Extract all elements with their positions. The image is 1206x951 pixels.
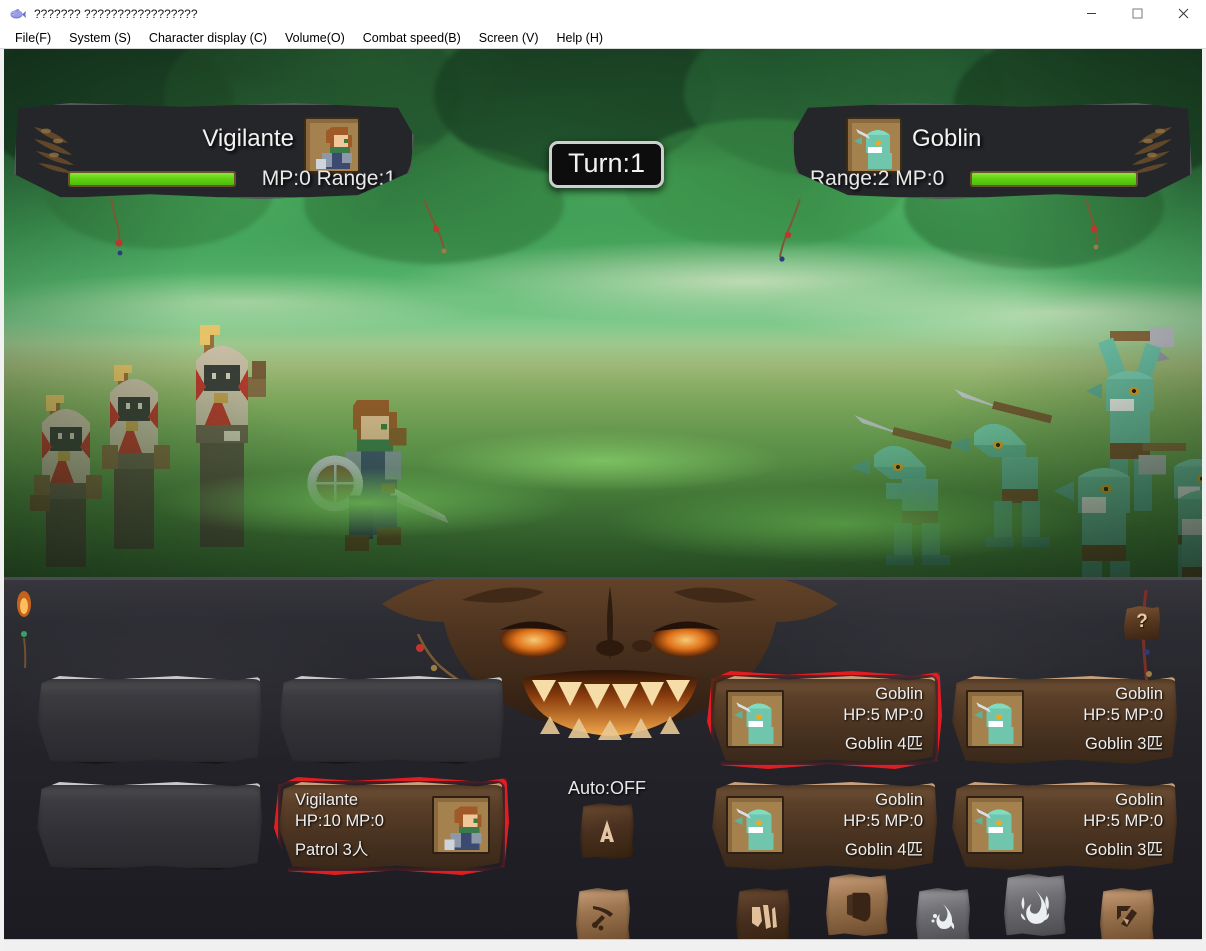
enemy-slot-4[interactable]: Goblin HP:5 MP:0 Goblin 3匹 (952, 782, 1177, 870)
menu-character-display[interactable]: Character display (C) (140, 29, 276, 47)
maximize-button[interactable] (1114, 0, 1160, 27)
hud-right-name: Goblin (912, 125, 982, 152)
skill-arrow-icon[interactable] (1100, 888, 1154, 939)
menu-combat-speed[interactable]: Combat speed(B) (354, 29, 470, 47)
ally-slot-2[interactable] (279, 676, 504, 764)
auto-toggle-label: Auto:OFF (567, 778, 647, 798)
hud-right-hp-fill (972, 173, 1136, 185)
hud-left-hp-fill (70, 173, 234, 185)
hud-banner-left: Vigilante MP:0 Range:1 (14, 103, 414, 199)
vigilante-portrait (304, 117, 360, 173)
enemy-card-4-hpmp: HP:5 MP:0 (1083, 812, 1163, 830)
enemy-card-2-count: Goblin 3匹 (1085, 735, 1163, 753)
skill-bar (4, 874, 1202, 939)
turn-counter: Turn:1 (549, 141, 665, 188)
game-viewport: Vigilante MP:0 Range:1 Goblin Range:2 MP… (0, 49, 1206, 951)
menu-file[interactable]: File(F) (6, 29, 60, 47)
enemy-slot-2[interactable]: Goblin HP:5 MP:0 Goblin 3匹 (952, 676, 1177, 764)
enemy-card-1-count: Goblin 4匹 (845, 735, 923, 753)
enemy-card-1-hpmp: HP:5 MP:0 (843, 706, 923, 724)
enemy-card-1-name-block: Goblin HP:5 MP:0 (843, 684, 923, 726)
enemy-card-3-hpmp: HP:5 MP:0 (843, 812, 923, 830)
ally-slot-1[interactable] (37, 676, 262, 764)
fish-icon (8, 5, 26, 23)
feather-ornament-right (1132, 127, 1172, 173)
enemy-card-4-name-block: Goblin HP:5 MP:0 (1083, 790, 1163, 832)
hud-right-hp-bar (970, 171, 1138, 187)
ally-slot-4[interactable]: Vigilante HP:10 MP:0 Patrol 3人 (274, 777, 509, 875)
status-bar (4, 939, 1202, 951)
skill-attack-icon[interactable] (736, 888, 790, 939)
enemy-card-2-name-block: Goblin HP:5 MP:0 (1083, 684, 1163, 726)
goblin-portrait (846, 117, 902, 173)
menu-help[interactable]: Help (H) (547, 29, 612, 47)
enemy-card-3-name-block: Goblin HP:5 MP:0 (843, 790, 923, 832)
ally-card-name: Vigilante (295, 791, 358, 809)
help-button[interactable]: ? (1124, 606, 1160, 640)
enemy-slot-3[interactable]: Goblin HP:5 MP:0 Goblin 4匹 (712, 782, 937, 870)
ally-card-thumb (432, 796, 490, 854)
skill-flame-grey-icon[interactable] (916, 888, 970, 939)
enemy-card-3-thumb (726, 796, 784, 854)
auto-rune-icon[interactable] (580, 803, 634, 859)
hud-banner-right: Goblin Range:2 MP:0 (792, 103, 1192, 199)
menu-screen[interactable]: Screen (V) (470, 29, 548, 47)
enemy-slot-1[interactable]: Goblin HP:5 MP:0 Goblin 4匹 (707, 671, 942, 769)
enemy-card-1-name: Goblin (875, 685, 923, 703)
feather-ornament-left (34, 127, 74, 173)
app-window: ??????? ????????????????? File(F) System… (0, 0, 1206, 951)
hud-left-name: Vigilante (202, 125, 294, 152)
window-controls (1068, 0, 1206, 27)
enemy-card-2-hpmp: HP:5 MP:0 (1083, 706, 1163, 724)
menu-volume[interactable]: Volume(O) (276, 29, 354, 47)
ally-slot-3[interactable] (37, 782, 262, 870)
ally-card-count: Patrol 3人 (295, 841, 369, 859)
menu-bar: File(F) System (S) Character display (C)… (0, 27, 1206, 49)
menu-system[interactable]: System (S) (60, 29, 140, 47)
enemy-card-3-name: Goblin (875, 791, 923, 809)
ally-card-hpmp: HP:10 MP:0 (295, 812, 384, 830)
enemy-card-1-thumb (726, 690, 784, 748)
enemy-card-2-name: Goblin (1115, 685, 1163, 703)
close-button[interactable] (1160, 0, 1206, 27)
bead-chain-left-2 (423, 199, 447, 254)
enemy-card-4-name: Goblin (1115, 791, 1163, 809)
command-panel: ? Vigilante HP:10 MP:0 Patrol 3人 Goblin … (4, 577, 1202, 939)
skill-flame-icon[interactable] (1004, 874, 1066, 936)
panel-torch-ornament (17, 591, 31, 669)
minimize-button[interactable] (1068, 0, 1114, 27)
auto-toggle-group: Auto:OFF (552, 778, 662, 859)
skill-bow-icon[interactable] (576, 888, 630, 939)
skill-shield-icon[interactable] (826, 874, 888, 936)
bead-chain-right-1 (779, 199, 801, 262)
ally-card-name-block: Vigilante HP:10 MP:0 (295, 790, 384, 832)
help-button-label: ? (1136, 611, 1148, 632)
enemy-card-2-thumb (966, 690, 1024, 748)
enemy-card-4-thumb (966, 796, 1024, 854)
hud-left-hp-bar (68, 171, 236, 187)
enemy-card-4-count: Goblin 3匹 (1085, 841, 1163, 859)
enemy-card-3-count: Goblin 4匹 (845, 841, 923, 859)
title-bar: ??????? ????????????????? (0, 0, 1206, 27)
bead-chain-right-2 (1085, 199, 1099, 250)
window-title: ??????? ????????????????? (34, 6, 198, 21)
bead-chain-left-1 (110, 197, 123, 256)
